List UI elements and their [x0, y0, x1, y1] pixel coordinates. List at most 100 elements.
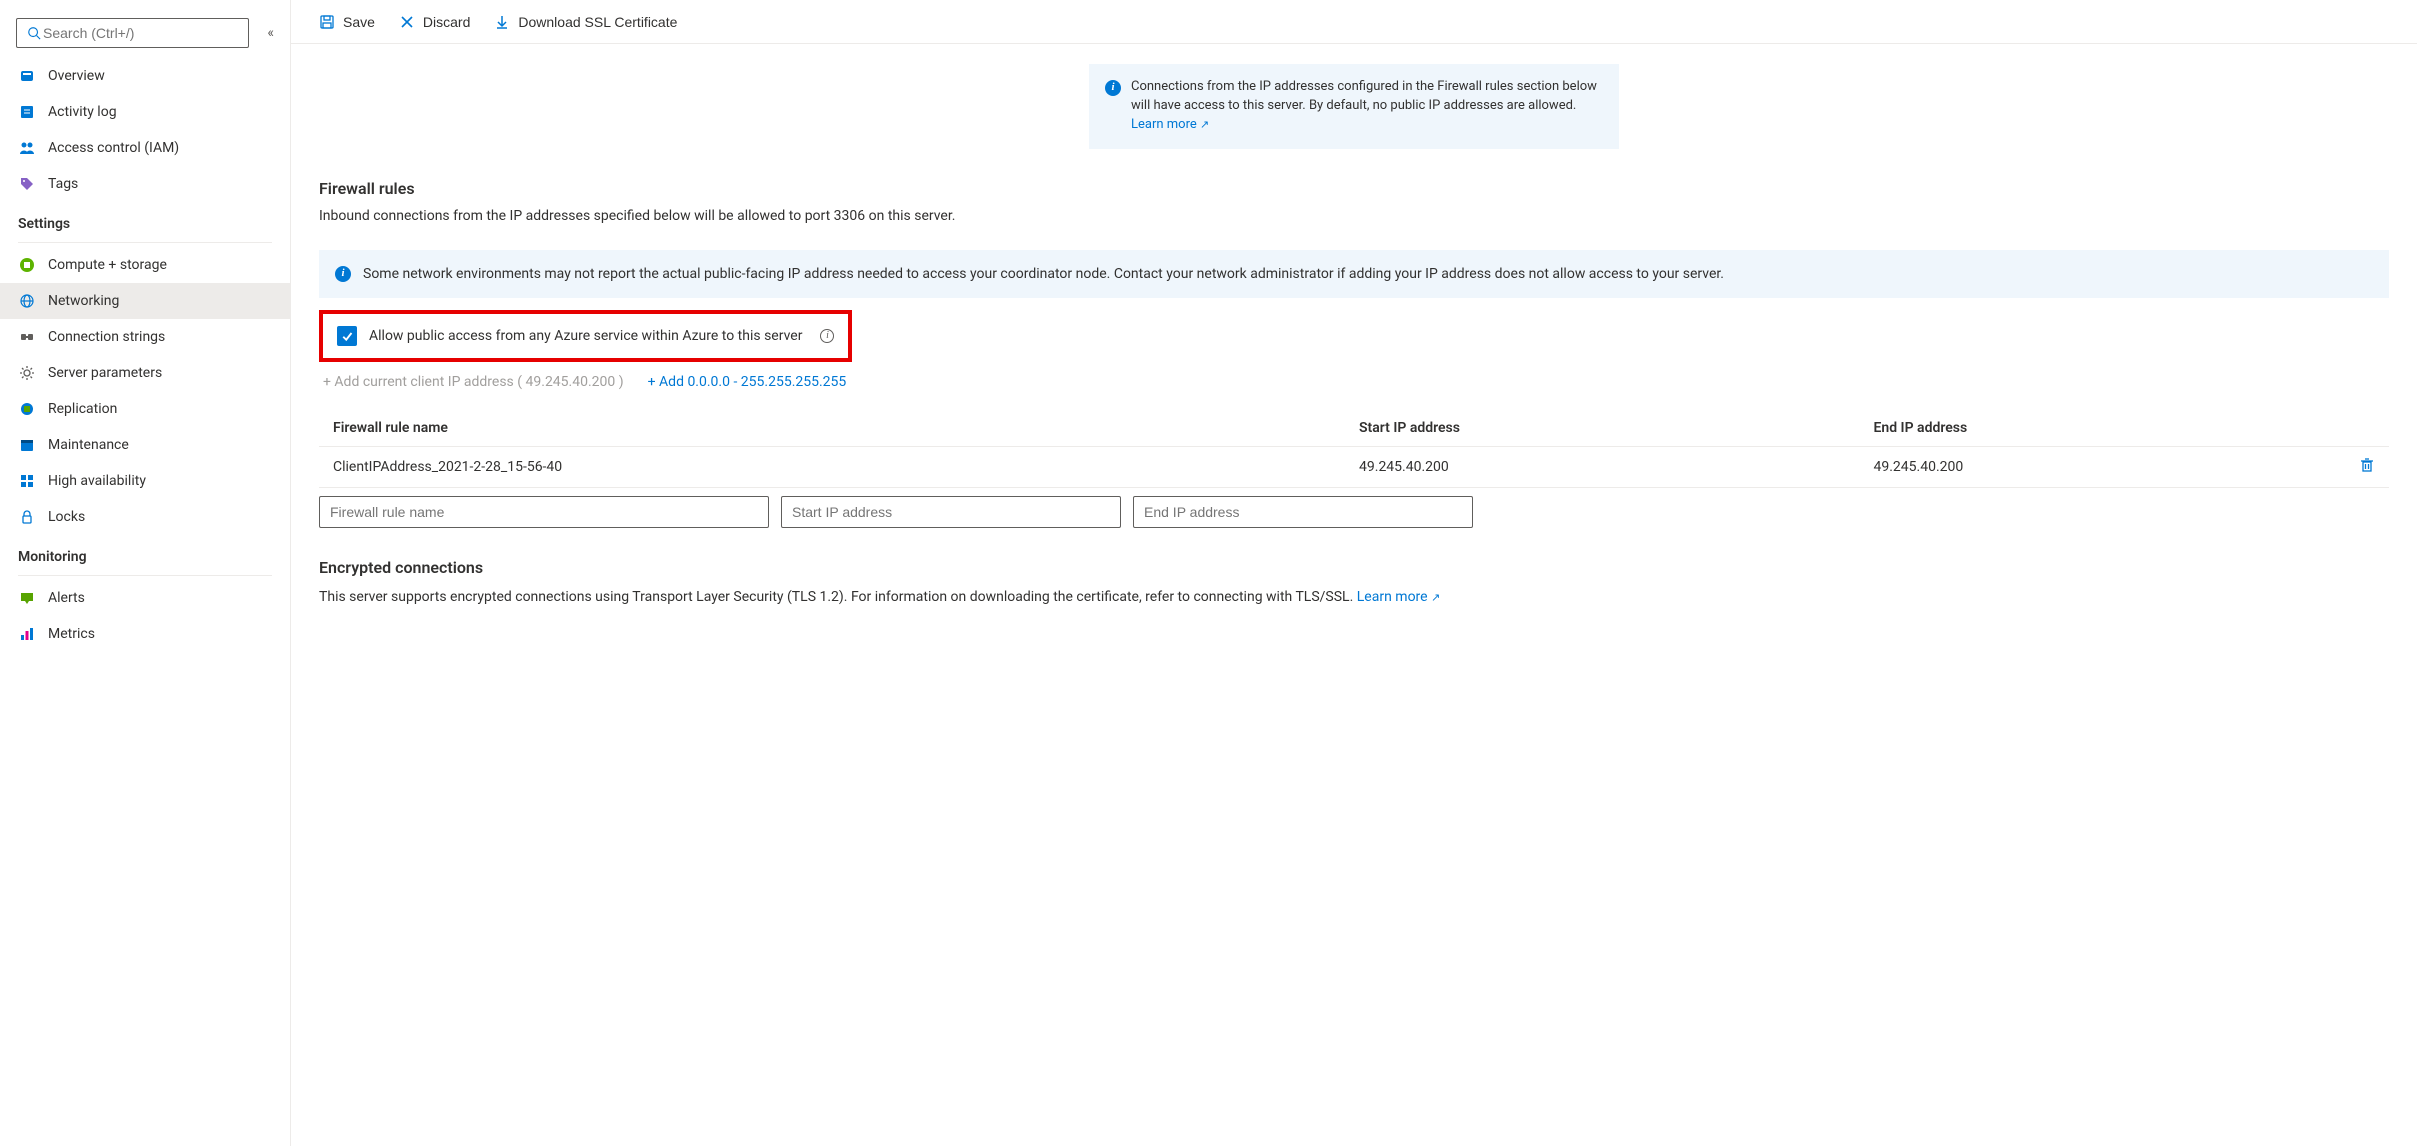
alerts-icon	[18, 589, 36, 607]
access-control-icon	[18, 139, 36, 157]
sidebar-item-label: Server parameters	[48, 365, 162, 381]
new-rule-inputs	[319, 496, 2389, 528]
encrypted-connections-heading: Encrypted connections	[319, 558, 2389, 577]
replication-icon	[18, 400, 36, 418]
sidebar-nav: Overview Activity log Access control (IA…	[0, 58, 290, 1146]
ip-action-row: + Add current client IP address ( 49.245…	[319, 374, 2389, 390]
allow-azure-label: Allow public access from any Azure servi…	[369, 328, 802, 344]
search-icon	[25, 24, 43, 42]
sidebar-item-label: Activity log	[48, 104, 117, 120]
add-full-range-button[interactable]: + Add 0.0.0.0 - 255.255.255.255	[648, 374, 847, 390]
col-header-end: End IP address	[1859, 410, 2345, 447]
search-box[interactable]	[16, 18, 249, 48]
sidebar-item-label: Overview	[48, 68, 105, 84]
info-text: Some network environments may not report…	[363, 264, 1724, 284]
button-label: Save	[343, 14, 375, 30]
info-box-firewall-access: i Connections from the IP addresses conf…	[1089, 64, 1619, 149]
main-panel: Save Discard Download SSL Certificate i …	[291, 0, 2417, 1146]
encrypted-connections-text: This server supports encrypted connectio…	[319, 589, 1357, 605]
sidebar-item-locks[interactable]: Locks	[0, 499, 290, 535]
info-icon: i	[1105, 80, 1121, 96]
sidebar-item-label: Networking	[48, 293, 119, 309]
sidebar-item-server-parameters[interactable]: Server parameters	[0, 355, 290, 391]
sidebar-item-activity-log[interactable]: Activity log	[0, 94, 290, 130]
sidebar-item-compute-storage[interactable]: Compute + storage	[0, 247, 290, 283]
sidebar-item-label: Maintenance	[48, 437, 129, 453]
external-link-icon: ↗	[1431, 591, 1440, 604]
divider	[18, 575, 272, 576]
sidebar-item-label: High availability	[48, 473, 146, 489]
firewall-rules-heading: Firewall rules	[319, 179, 2389, 198]
sidebar-item-label: Connection strings	[48, 329, 165, 345]
sidebar-item-label: Access control (IAM)	[48, 140, 179, 156]
maintenance-icon	[18, 436, 36, 454]
metrics-icon	[18, 625, 36, 643]
overview-icon	[18, 67, 36, 85]
sidebar-item-metrics[interactable]: Metrics	[0, 616, 290, 652]
sidebar-item-access-control[interactable]: Access control (IAM)	[0, 130, 290, 166]
firewall-rules-description: Inbound connections from the IP addresse…	[319, 208, 2389, 224]
networking-icon	[18, 292, 36, 310]
sidebar-item-label: Replication	[48, 401, 117, 417]
learn-more-link[interactable]: Learn more ↗	[1357, 589, 1441, 605]
sidebar-item-label: Tags	[48, 176, 78, 192]
collapse-sidebar-button[interactable]: «	[267, 25, 274, 41]
activity-log-icon	[18, 103, 36, 121]
download-icon	[494, 14, 510, 30]
sidebar: « Overview Activity log Access control (…	[0, 0, 291, 1146]
new-rule-end-input[interactable]	[1133, 496, 1473, 528]
sidebar-item-networking[interactable]: Networking	[0, 283, 290, 319]
save-button[interactable]: Save	[311, 6, 383, 38]
sidebar-item-label: Compute + storage	[48, 257, 167, 273]
info-icon: i	[335, 266, 351, 282]
sidebar-item-label: Alerts	[48, 590, 85, 606]
sidebar-item-label: Locks	[48, 509, 85, 525]
info-text: Connections from the IP addresses config…	[1131, 78, 1603, 135]
allow-azure-checkbox[interactable]	[337, 326, 357, 346]
cell-rule-name: ClientIPAddress_2021-2-28_15-56-40	[319, 446, 1345, 487]
add-current-ip-button[interactable]: + Add current client IP address ( 49.245…	[323, 374, 624, 390]
allow-azure-services-row: Allow public access from any Azure servi…	[319, 310, 852, 362]
external-link-icon: ↗	[1200, 118, 1209, 131]
sidebar-item-alerts[interactable]: Alerts	[0, 580, 290, 616]
sidebar-item-high-availability[interactable]: High availability	[0, 463, 290, 499]
high-availability-icon	[18, 472, 36, 490]
sidebar-item-replication[interactable]: Replication	[0, 391, 290, 427]
sidebar-section-monitoring: Monitoring	[0, 535, 290, 571]
sidebar-item-overview[interactable]: Overview	[0, 58, 290, 94]
button-label: Discard	[423, 14, 470, 30]
table-row: ClientIPAddress_2021-2-28_15-56-40 49.24…	[319, 446, 2389, 487]
search-input[interactable]	[43, 25, 240, 41]
save-icon	[319, 14, 335, 30]
toolbar: Save Discard Download SSL Certificate	[291, 0, 2417, 44]
trash-icon	[2359, 457, 2375, 473]
info-box-network-env: i Some network environments may not repo…	[319, 250, 2389, 298]
cell-end-ip: 49.245.40.200	[1859, 446, 2345, 487]
learn-more-link[interactable]: Learn more ↗	[1131, 117, 1209, 132]
discard-icon	[399, 14, 415, 30]
cell-start-ip: 49.245.40.200	[1345, 446, 1859, 487]
compute-storage-icon	[18, 256, 36, 274]
download-ssl-button[interactable]: Download SSL Certificate	[486, 6, 685, 38]
content-area: i Connections from the IP addresses conf…	[291, 44, 2417, 1146]
sidebar-item-tags[interactable]: Tags	[0, 166, 290, 202]
firewall-rules-table: Firewall rule name Start IP address End …	[319, 410, 2389, 488]
col-header-name: Firewall rule name	[319, 410, 1345, 447]
discard-button[interactable]: Discard	[391, 6, 478, 38]
sidebar-item-maintenance[interactable]: Maintenance	[0, 427, 290, 463]
sidebar-item-connection-strings[interactable]: Connection strings	[0, 319, 290, 355]
tags-icon	[18, 175, 36, 193]
sidebar-item-label: Metrics	[48, 626, 95, 642]
delete-rule-button[interactable]	[2345, 446, 2389, 487]
col-header-start: Start IP address	[1345, 410, 1859, 447]
server-parameters-icon	[18, 364, 36, 382]
sidebar-section-settings: Settings	[0, 202, 290, 238]
connection-strings-icon	[18, 328, 36, 346]
encrypted-connections-section: Encrypted connections This server suppor…	[319, 558, 2389, 608]
new-rule-start-input[interactable]	[781, 496, 1121, 528]
new-rule-name-input[interactable]	[319, 496, 769, 528]
info-tooltip-icon[interactable]: i	[820, 329, 834, 343]
button-label: Download SSL Certificate	[518, 14, 677, 30]
divider	[18, 242, 272, 243]
locks-icon	[18, 508, 36, 526]
